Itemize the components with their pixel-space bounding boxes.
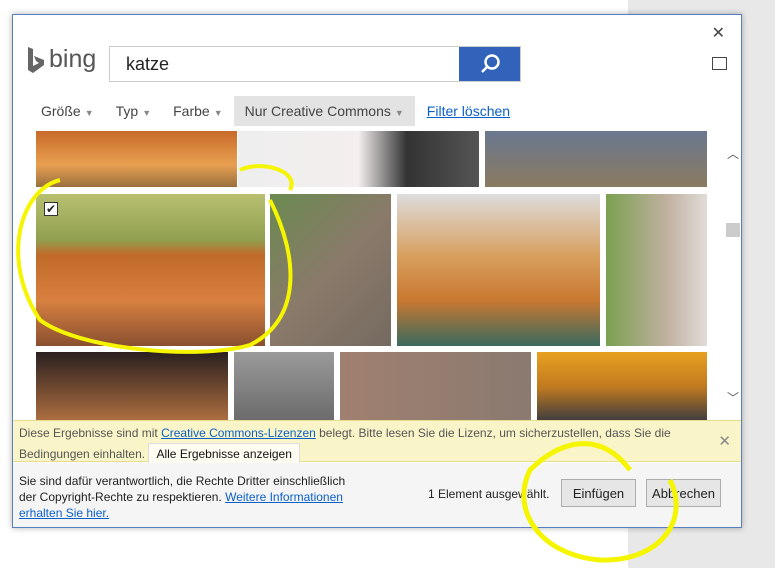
scroll-up-icon[interactable]: ︿ <box>727 145 739 162</box>
filter-color[interactable]: Farbe ▼ <box>162 96 234 126</box>
show-all-results-button[interactable]: Alle Ergebnisse anzeigen <box>148 443 300 465</box>
logo-text: bing <box>49 45 97 73</box>
chevron-down-icon: ▼ <box>142 108 152 118</box>
search-input[interactable] <box>110 47 459 81</box>
image-result[interactable] <box>36 352 228 421</box>
close-icon[interactable]: ✕ <box>712 23 725 43</box>
bing-b-icon <box>28 46 44 73</box>
online-pictures-dialog: ✕ bing Größe▼ Typ▼ Farbe▼ Nur Creative C… <box>12 14 742 528</box>
dialog-footer: Sie sind dafür verantwortlich, die Recht… <box>13 463 741 527</box>
filter-size[interactable]: Größe ▼ <box>30 96 105 126</box>
filter-label: Farbe <box>173 103 210 119</box>
scrollbar[interactable]: ︿ ﹀ <box>724 131 742 421</box>
selection-count: 1 Element ausgewählt. <box>428 487 550 501</box>
image-result[interactable] <box>238 131 479 187</box>
image-result[interactable] <box>537 352 707 421</box>
image-result[interactable] <box>485 131 707 187</box>
filter-label: Nur Creative Commons <box>244 103 391 119</box>
search-button[interactable] <box>459 47 520 81</box>
chevron-down-icon: ▼ <box>213 108 223 118</box>
search-icon <box>480 54 500 73</box>
license-notice: Diese Ergebnisse sind mit Creative Commo… <box>13 420 741 465</box>
scroll-down-icon[interactable]: ﹀ <box>727 389 739 406</box>
search-box <box>109 46 521 82</box>
checkbox-checked-icon[interactable]: ✔ <box>44 202 58 216</box>
image-result[interactable] <box>234 352 334 421</box>
speech-bubble-icon[interactable] <box>712 57 727 70</box>
image-result[interactable] <box>397 194 600 346</box>
image-result-selected[interactable]: ✔ <box>36 194 265 346</box>
chevron-down-icon: ▼ <box>394 108 404 118</box>
clear-filters-link[interactable]: Filter löschen <box>427 103 510 119</box>
filter-label: Größe <box>41 103 81 119</box>
image-result[interactable] <box>340 352 531 421</box>
image-result[interactable] <box>606 194 707 346</box>
copyright-text: Sie sind dafür verantwortlich, die Recht… <box>19 473 359 521</box>
insert-button[interactable]: Einfügen <box>561 479 636 507</box>
scroll-thumb[interactable] <box>726 223 740 237</box>
notice-text: Diese Ergebnisse sind mit <box>19 426 162 440</box>
filter-type[interactable]: Typ ▼ <box>105 96 163 126</box>
close-icon[interactable]: ✕ <box>718 432 731 451</box>
bing-logo: bing <box>27 45 96 74</box>
filter-license[interactable]: Nur Creative Commons ▼ <box>233 96 415 126</box>
filter-label: Typ <box>115 103 139 119</box>
chevron-down-icon: ▼ <box>84 108 94 118</box>
image-result[interactable] <box>36 131 237 187</box>
image-result[interactable] <box>270 194 391 346</box>
cc-license-link[interactable]: Creative Commons-Lizenzen <box>161 426 316 440</box>
cancel-button[interactable]: Abbrechen <box>646 479 721 507</box>
filter-bar: Größe ▼ Typ ▼ Farbe ▼ Nur Creative Commons ▼… <box>30 96 510 126</box>
image-results: ✔ <box>13 131 723 421</box>
